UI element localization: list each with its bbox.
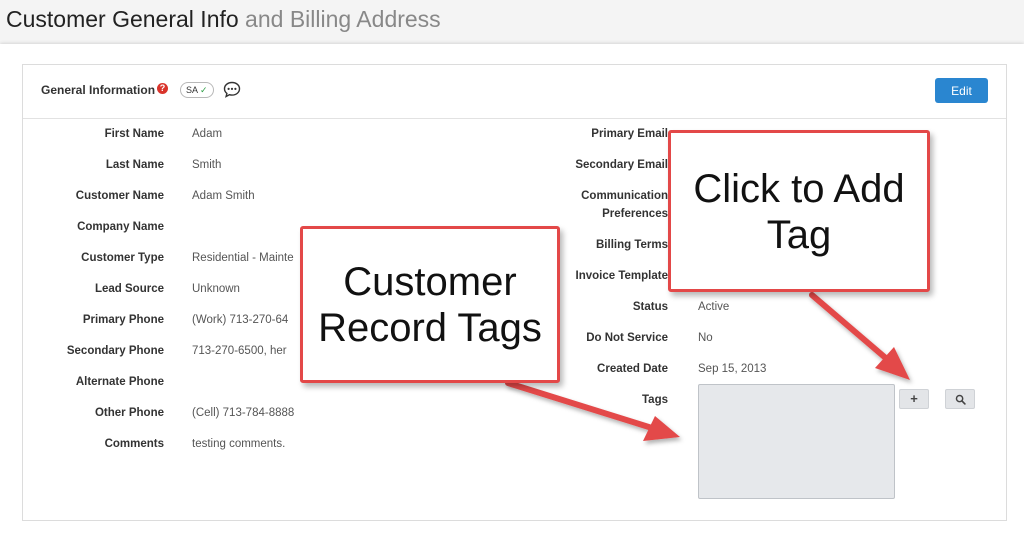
add-tag-button[interactable]: + — [899, 389, 929, 409]
last-name-value: Smith — [192, 159, 222, 171]
lead-source-value: Unknown — [192, 283, 240, 295]
page-title-main: Customer General Info — [6, 6, 239, 32]
do-not-service-label: Do Not Service — [586, 332, 668, 344]
callout-record-line1: Customer — [343, 260, 517, 304]
check-icon: ✓ — [200, 85, 208, 95]
first-name-label: First Name — [104, 128, 164, 140]
other-phone-label: Other Phone — [94, 407, 164, 419]
primary-phone-value: (Work) 713-270-64 — [192, 314, 289, 326]
page-title-sub: and Billing Address — [238, 6, 441, 32]
sa-badge[interactable]: SA ✓ — [180, 82, 214, 98]
do-not-service-value: No — [698, 332, 713, 344]
status-label: Status — [632, 301, 668, 313]
communication-preferences-label-line1: Communication — [581, 190, 668, 202]
billing-terms-label: Billing Terms — [596, 239, 668, 251]
callout-click-to-add-tag: Click to Add Tag — [668, 130, 930, 292]
last-name-label: Last Name — [105, 159, 164, 171]
alternate-phone-label: Alternate Phone — [75, 376, 164, 388]
customer-name-label: Customer Name — [75, 190, 164, 202]
comments-value: testing comments. — [192, 438, 286, 450]
edit-button[interactable]: Edit — [935, 78, 988, 103]
other-phone-value: (Cell) 713-784-8888 — [192, 407, 295, 419]
secondary-phone-label: Secondary Phone — [66, 345, 164, 357]
primary-phone-label: Primary Phone — [82, 314, 164, 326]
lead-source-label: Lead Source — [94, 283, 164, 295]
customer-type-value: Residential - Mainte — [192, 252, 294, 264]
company-name-label: Company Name — [77, 221, 164, 233]
callout-record-line2: Record Tags — [318, 306, 542, 350]
search-tags-button[interactable] — [945, 389, 975, 409]
created-date-value: Sep 15, 2013 — [698, 363, 767, 375]
comments-label: Comments — [104, 438, 164, 450]
callout-add-line1: Click to Add — [693, 167, 905, 211]
created-date-label: Created Date — [597, 363, 668, 375]
invoice-template-label: Invoice Template — [575, 270, 668, 282]
question-circle-icon[interactable]: ? — [157, 83, 168, 94]
secondary-phone-value: 713-270-6500, her — [192, 345, 287, 357]
plus-icon: + — [910, 391, 918, 406]
sa-badge-label: SA — [186, 85, 199, 95]
status-value: Active — [698, 301, 730, 313]
callout-customer-record-tags: Customer Record Tags — [300, 226, 560, 383]
secondary-email-label: Secondary Email — [575, 159, 668, 171]
customer-type-label: Customer Type — [81, 252, 164, 264]
chat-bubble-dots-icon[interactable] — [222, 80, 242, 100]
magnifier-icon — [955, 394, 966, 405]
first-name-value: Adam — [192, 128, 223, 140]
primary-email-label: Primary Email — [591, 128, 668, 140]
tags-list-box[interactable] — [698, 384, 895, 499]
page-title: Customer General Info and Billing Addres… — [6, 4, 441, 34]
callout-add-line2: Tag — [766, 213, 832, 257]
customer-name-value: Adam Smith — [192, 190, 255, 202]
panel-header: General Information ? SA ✓ Edit — [23, 65, 1006, 119]
tags-label: Tags — [642, 394, 668, 406]
communication-preferences-label-line2: Preferences — [602, 208, 668, 220]
panel-title: General Information — [41, 83, 156, 97]
